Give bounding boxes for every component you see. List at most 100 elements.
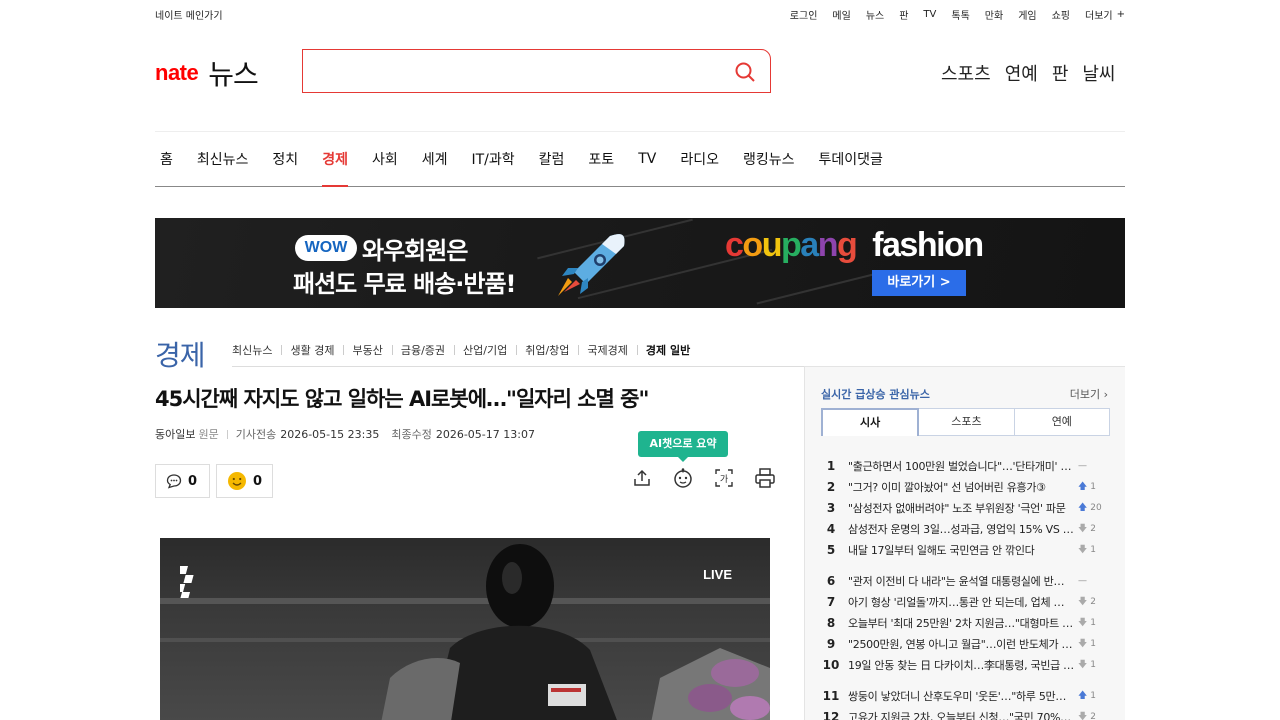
- rank-change-value: 1: [1090, 659, 1096, 670]
- quick-link-weather[interactable]: 날씨: [1082, 60, 1115, 86]
- trending-item[interactable]: 4 삼성전자 운명의 3일…성과급, 영업익 15% VS 1… 🡇 2: [821, 518, 1111, 539]
- top-link-news[interactable]: 뉴스: [866, 7, 884, 22]
- trending-item[interactable]: 1 "출근하면서 100만원 벌었습니다"…'단타개미' 역대급 … —: [821, 455, 1111, 476]
- rank-change-value: 1: [1090, 481, 1096, 492]
- nav-column[interactable]: 칼럼: [539, 132, 565, 186]
- rank-change: 🡇 2: [1078, 594, 1108, 610]
- rank-change: 🡇 1: [1078, 636, 1108, 652]
- original-link[interactable]: 원문: [198, 426, 218, 442]
- trending-item[interactable]: 9 "2500만원, 연봉 아니고 월급"…이런 반도체가 … 🡇 1: [821, 633, 1111, 654]
- subnav-industry[interactable]: 산업/기업: [454, 342, 516, 358]
- trending-headline[interactable]: 내달 17일부터 일해도 국민연금 안 깎인다: [848, 542, 1074, 558]
- trending-item[interactable]: 5 내달 17일부터 일해도 국민연금 안 깎인다 🡇 1: [821, 539, 1111, 560]
- rank-change: 🡅 1: [1078, 479, 1108, 495]
- rank-down-icon: 🡇: [1078, 617, 1088, 628]
- nav-it-science[interactable]: IT/과학: [471, 132, 514, 186]
- trending-headline[interactable]: 오늘부터 '최대 25만원' 2차 지원금…"대형마트 …: [848, 615, 1074, 631]
- trending-item[interactable]: 6 "관저 이전비 다 내라"는 윤석열 대통령실에 반… —: [821, 570, 1111, 591]
- search-box: [302, 49, 771, 93]
- quick-link-sports[interactable]: 스포츠: [941, 60, 991, 86]
- banner-cta-button[interactable]: 바로가기 >: [872, 270, 966, 296]
- main-navigation: 홈 최신뉴스 정치 경제 사회 세계 IT/과학 칼럼 포토 TV 라디오 랭킹…: [155, 131, 1125, 187]
- rank-change: 🡇 1: [1078, 542, 1108, 558]
- top-link-talk[interactable]: 톡톡: [951, 7, 969, 22]
- tab-entertainment[interactable]: 연예: [1014, 408, 1110, 436]
- nav-ranking[interactable]: 랭킹뉴스: [743, 132, 795, 186]
- trending-headline[interactable]: 삼성전자 운명의 3일…성과급, 영업익 15% VS 1…: [848, 521, 1074, 537]
- subnav-intl[interactable]: 국제경제: [578, 342, 636, 358]
- search-icon[interactable]: [734, 61, 756, 83]
- subnav-finance[interactable]: 금융/증권: [391, 342, 454, 358]
- ai-bot-icon[interactable]: [671, 466, 695, 490]
- banner-badge: WOW: [295, 235, 357, 261]
- nav-photo[interactable]: 포토: [588, 132, 614, 186]
- trending-item[interactable]: 3 "삼성전자 없애버려야" 노조 부위원장 '극언' 파문 🡅 20: [821, 497, 1111, 518]
- subnav-general[interactable]: 경제 일반: [636, 342, 699, 358]
- trending-item[interactable]: 7 아기 형상 '리얼돌'까지…통관 안 되는데, 업체 … 🡇 2: [821, 591, 1111, 612]
- top-link-login[interactable]: 로그인: [790, 7, 818, 22]
- chevron-right-icon: ›: [1103, 388, 1108, 401]
- rank-up-icon: 🡅: [1078, 690, 1088, 701]
- subnav-latest[interactable]: 최신뉴스: [232, 342, 281, 358]
- trending-headline[interactable]: 쌍둥이 낳았더니 산후도우미 '웃돈'…"하루 5만…: [848, 688, 1074, 704]
- comments-button[interactable]: 0: [155, 464, 210, 498]
- trending-item[interactable]: 12 고유가 지원금 2차, 오늘부터 신청…"국민 70%… 🡇 2: [821, 706, 1111, 720]
- top-link-comics[interactable]: 만화: [985, 7, 1003, 22]
- section-divider: [232, 366, 805, 367]
- search-input[interactable]: [303, 50, 723, 92]
- subnav-living[interactable]: 생활 경제: [281, 342, 343, 358]
- video-frame-image: [160, 544, 770, 720]
- trending-rank: 10: [822, 657, 840, 672]
- ai-summary-tooltip[interactable]: AI챗으로 요약: [638, 431, 728, 462]
- nav-today-comments[interactable]: 투데이댓글: [819, 132, 883, 186]
- top-link-more[interactable]: 더보기 +: [1085, 7, 1125, 22]
- nav-economy[interactable]: 경제: [322, 132, 348, 187]
- nav-tv[interactable]: TV: [638, 132, 656, 186]
- subnav-jobs[interactable]: 취업/창업: [516, 342, 578, 358]
- ad-banner[interactable]: WOW 와우회원은 패션도 무료 배송·반품! coupang fashion …: [155, 218, 1125, 308]
- trending-item[interactable]: 10 19일 안동 찾는 日 다카이치…李대통령, 국빈급 … 🡇 1: [821, 654, 1111, 675]
- tab-sports[interactable]: 스포츠: [919, 408, 1015, 436]
- nav-radio[interactable]: 라디오: [680, 132, 719, 186]
- trending-headline[interactable]: "관저 이전비 다 내라"는 윤석열 대통령실에 반…: [848, 573, 1074, 589]
- nav-politics[interactable]: 정치: [272, 132, 298, 186]
- trending-item[interactable]: 11 쌍둥이 낳았더니 산후도우미 '웃돈'…"하루 5만… 🡅 1: [821, 685, 1111, 706]
- article-video[interactable]: LIVE: [160, 538, 770, 720]
- top-link-more-label: 더보기: [1085, 10, 1113, 22]
- trending-headline[interactable]: "출근하면서 100만원 벌었습니다"…'단타개미' 역대급 …: [848, 458, 1074, 474]
- reaction-count: 0: [253, 473, 263, 489]
- trending-headline[interactable]: "2500만원, 연봉 아니고 월급"…이런 반도체가 …: [848, 636, 1074, 652]
- nav-society[interactable]: 사회: [372, 132, 398, 186]
- quick-link-entertainment[interactable]: 연예: [1005, 60, 1038, 86]
- top-link-tv[interactable]: TV: [923, 7, 936, 22]
- nav-home[interactable]: 홈: [160, 132, 173, 186]
- nav-latest[interactable]: 최신뉴스: [197, 132, 249, 186]
- tab-current-affairs[interactable]: 시사: [821, 408, 920, 436]
- share-icon[interactable]: [630, 466, 654, 490]
- top-link-games[interactable]: 게임: [1018, 7, 1036, 22]
- comment-count: 0: [188, 473, 198, 489]
- nav-world[interactable]: 세계: [422, 132, 448, 186]
- trending-item[interactable]: 2 "그거? 이미 깔아놨어" 선 넘어버린 유흥가③ 🡅 1: [821, 476, 1111, 497]
- rank-change-value: 2: [1090, 523, 1096, 534]
- trending-more-link[interactable]: 더보기 ›: [1070, 386, 1108, 402]
- article-press[interactable]: 동아일보: [155, 426, 195, 442]
- trending-headline[interactable]: 고유가 지원금 2차, 오늘부터 신청…"국민 70%…: [848, 709, 1074, 720]
- top-link-shopping[interactable]: 쇼핑: [1052, 7, 1070, 22]
- trending-item[interactable]: 8 오늘부터 '최대 25만원' 2차 지원금…"대형마트 … 🡇 1: [821, 612, 1111, 633]
- print-icon[interactable]: [753, 466, 777, 490]
- nate-news-logo[interactable]: nate 뉴스: [155, 55, 259, 91]
- top-link-pann[interactable]: 판: [899, 7, 908, 22]
- trending-headline[interactable]: 19일 안동 찾는 日 다카이치…李대통령, 국빈급 …: [848, 657, 1074, 673]
- quick-link-pann[interactable]: 판: [1052, 60, 1069, 86]
- trending-headline[interactable]: 아기 형상 '리얼돌'까지…통관 안 되는데, 업체 …: [848, 594, 1074, 610]
- nate-main-link[interactable]: 네이트 메인가기: [155, 7, 223, 22]
- trending-headline[interactable]: "그거? 이미 깔아놨어" 선 넘어버린 유흥가③: [848, 479, 1074, 495]
- top-link-mail[interactable]: 메일: [832, 7, 850, 22]
- subnav-real-estate[interactable]: 부동산: [343, 342, 391, 358]
- trending-rank: 7: [826, 594, 836, 609]
- text-translate-icon[interactable]: 가: [712, 466, 736, 490]
- trending-headline[interactable]: "삼성전자 없애버려야" 노조 부위원장 '극언' 파문: [848, 500, 1074, 516]
- reaction-button[interactable]: 0: [216, 464, 273, 498]
- rank-down-icon: 🡇: [1078, 659, 1088, 670]
